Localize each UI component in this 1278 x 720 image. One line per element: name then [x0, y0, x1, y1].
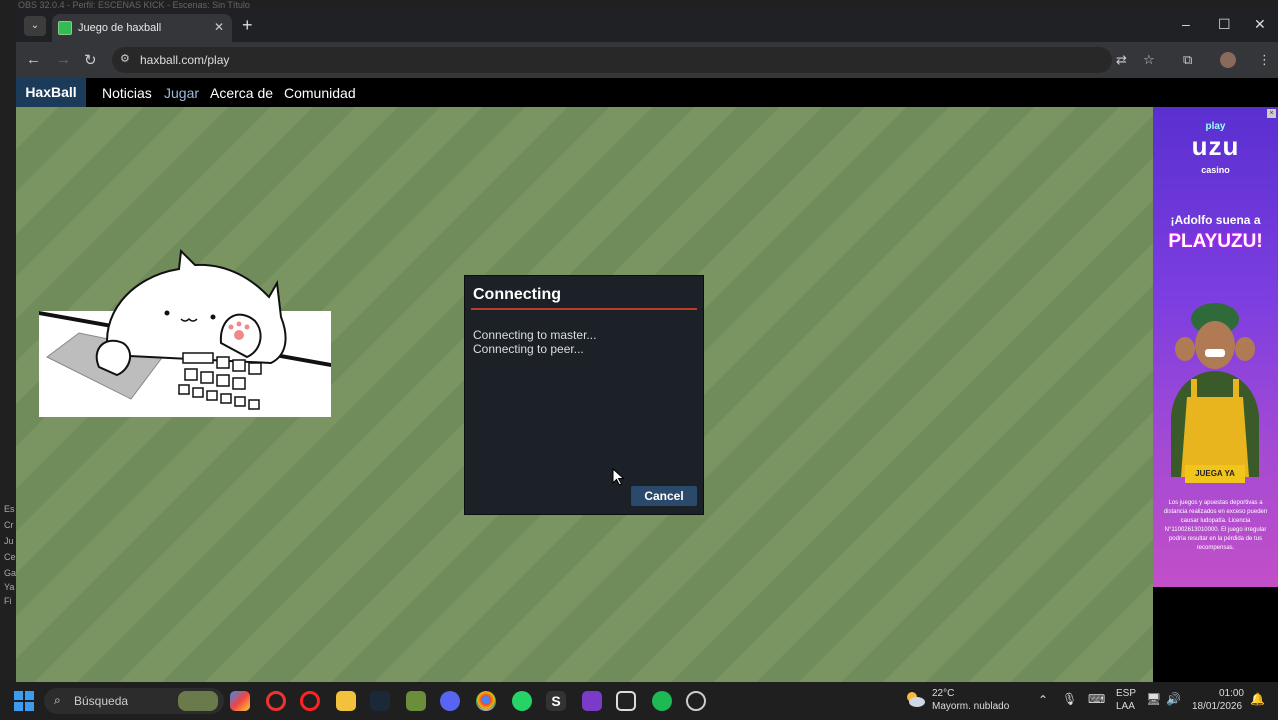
tab-title: Juego de haxball: [78, 22, 162, 34]
opera-gx-icon[interactable]: [266, 691, 286, 711]
tab-bar: ⌄ Juego de haxball ✕ + – ☐ ✕: [16, 10, 1278, 42]
lang-primary[interactable]: ESP: [1116, 688, 1136, 700]
tray-chevron-up-icon[interactable]: ⌃: [1038, 694, 1048, 706]
side-label: Es: [4, 504, 15, 514]
tab-search-button[interactable]: ⌄: [24, 16, 46, 36]
bookmark-star-icon[interactable]: ☆: [1143, 52, 1155, 68]
reload-icon[interactable]: ↻: [84, 51, 97, 69]
mouse-cursor-icon: [612, 468, 625, 486]
side-label: Ya: [4, 582, 15, 592]
side-label: Cr: [4, 520, 14, 530]
clock-date[interactable]: 18/01/2026: [1192, 701, 1242, 713]
weather-cloud-icon: [907, 692, 925, 707]
cancel-button[interactable]: Cancel: [631, 486, 697, 506]
side-label: Ga: [4, 568, 16, 578]
lang-secondary[interactable]: LAA: [1116, 701, 1135, 713]
typing-cat-overlay-image: [39, 248, 331, 417]
discord-icon[interactable]: [440, 691, 460, 711]
keyboard-icon[interactable]: ⌨: [1088, 693, 1105, 705]
opera-icon[interactable]: [300, 691, 320, 711]
whatsapp-icon[interactable]: [512, 691, 532, 711]
clock-time[interactable]: 01:00: [1206, 688, 1244, 700]
ad-headline-big: PLAYUZU!: [1168, 231, 1263, 252]
dialog-title: Connecting: [473, 286, 561, 303]
nav-link-noticias[interactable]: Noticias: [102, 85, 152, 101]
capcut-icon[interactable]: [616, 691, 636, 711]
url-text: haxball.com/play: [140, 53, 230, 67]
menu-kebab-icon[interactable]: ⋮: [1258, 52, 1271, 68]
close-window-button[interactable]: ✕: [1254, 16, 1266, 33]
minecraft-icon[interactable]: [406, 691, 426, 711]
tab-haxball[interactable]: Juego de haxball ✕: [52, 14, 232, 42]
ad-headline: ¡Adolfo suena a: [1170, 213, 1261, 227]
chrome-icon[interactable]: [476, 691, 496, 711]
obs-side-panel: Es Cr Ju Ce Ga Ya Fi: [0, 10, 16, 682]
ad-person-illustration: [1171, 303, 1259, 477]
notification-bell-icon[interactable]: 🔔: [1250, 693, 1265, 705]
search-highlight-image: [178, 691, 218, 711]
ad-brand-sub: casino: [1201, 165, 1230, 175]
forward-arrow-icon[interactable]: →: [56, 51, 71, 68]
ad-lower-area: [1153, 587, 1278, 682]
ad-legal-text: Los juegos y apuestas deportivas a dista…: [1163, 500, 1268, 551]
connection-log: Connecting to master... Connecting to pe…: [473, 328, 596, 356]
copilot-icon[interactable]: [230, 691, 250, 711]
obs-icon[interactable]: [686, 691, 706, 711]
profile-avatar[interactable]: [1220, 52, 1236, 68]
minimize-button[interactable]: –: [1182, 16, 1190, 32]
microphone-icon[interactable]: 🎙: [1062, 693, 1077, 705]
dialog-divider: [471, 308, 697, 310]
browser-toolbar: ← → ↻ ⚙ haxball.com/play ⇄ ☆ ⧉ ⋮: [16, 42, 1278, 78]
search-placeholder: Búsqueda: [74, 694, 129, 708]
volume-icon[interactable]: 🔊: [1166, 693, 1181, 705]
ad-cta-button[interactable]: JUEGA YA: [1185, 465, 1245, 483]
connecting-dialog: Connecting Connecting to master... Conne…: [464, 275, 704, 515]
streamlabs-icon[interactable]: S: [546, 691, 566, 711]
windows-start-icon[interactable]: [14, 691, 34, 711]
extensions-icon[interactable]: ⧉: [1183, 52, 1192, 68]
nav-link-acerca[interactable]: Acerca de: [210, 85, 273, 101]
os-window-title: OBS 32.0.4 - Perfil: ESCENAS KICK - Esce…: [0, 0, 1278, 10]
network-icon[interactable]: 🖥: [1146, 693, 1161, 705]
nav-link-jugar[interactable]: Jugar: [164, 85, 199, 101]
file-explorer-icon[interactable]: [336, 691, 356, 711]
browser-window: ⌄ Juego de haxball ✕ + – ☐ ✕ ← → ↻ ⚙ hax…: [16, 10, 1278, 682]
haxball-favicon-icon: [58, 21, 72, 35]
side-label: Fi: [4, 596, 12, 606]
nav-link-comunidad[interactable]: Comunidad: [284, 85, 356, 101]
maximize-button[interactable]: ☐: [1218, 16, 1231, 33]
site-navigation: HaxBall Noticias Jugar Acerca de Comunid…: [16, 78, 1278, 107]
weather-desc: Mayorm. nublado: [932, 701, 1010, 712]
back-arrow-icon[interactable]: ←: [26, 51, 41, 68]
tab-close-icon[interactable]: ✕: [214, 20, 224, 34]
translate-icon[interactable]: ⇄: [1116, 52, 1127, 68]
address-bar[interactable]: ⚙ haxball.com/play: [112, 47, 1112, 73]
log-line: Connecting to peer...: [473, 342, 584, 356]
windows-taskbar: ⌕ Búsqueda S 22°C Mayorm. nublado ⌃ 🎙 ⌨ …: [0, 682, 1278, 720]
ad-close-icon[interactable]: ×: [1267, 109, 1276, 118]
visual-studio-icon[interactable]: [582, 691, 602, 711]
game-area[interactable]: Connecting Connecting to master... Conne…: [16, 107, 1153, 682]
haxball-logo[interactable]: HaxBall: [16, 78, 86, 107]
steam-icon[interactable]: [370, 691, 390, 711]
new-tab-button[interactable]: +: [242, 15, 253, 36]
casino-ad-banner[interactable]: × play uzu casino ¡Adolfo suena a PLAYUZ…: [1153, 107, 1278, 587]
side-label: Ju: [4, 536, 14, 546]
weather-temp: 22°C: [932, 688, 955, 699]
ad-brand-main: uzu: [1191, 131, 1240, 161]
side-label: Ce: [4, 552, 16, 562]
taskbar-search-box[interactable]: ⌕ Búsqueda: [44, 688, 224, 714]
log-line: Connecting to master...: [473, 328, 597, 342]
spotify-icon[interactable]: [652, 691, 672, 711]
site-info-icon[interactable]: ⚙: [120, 52, 130, 65]
search-icon: ⌕: [54, 693, 61, 707]
